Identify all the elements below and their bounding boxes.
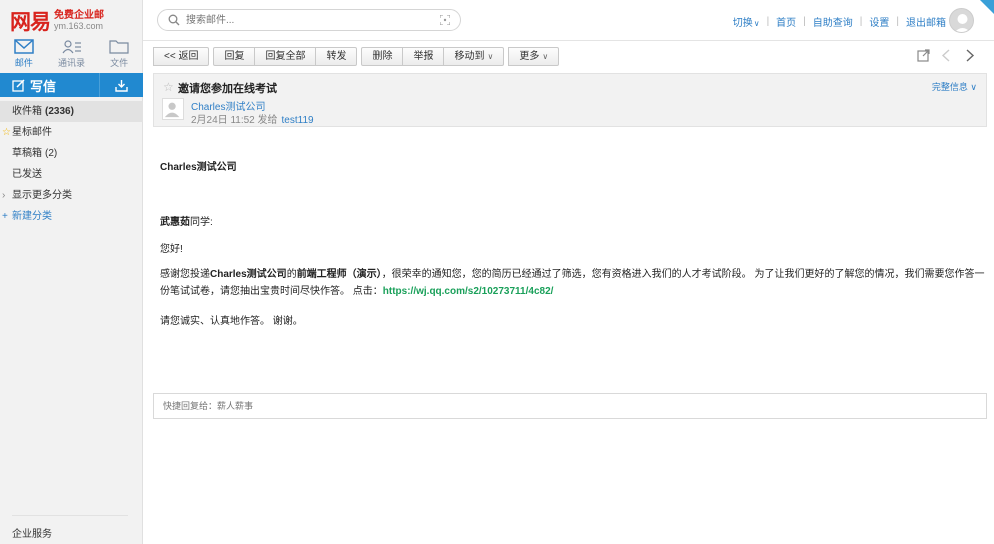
folder-starred-label: 星标邮件 xyxy=(12,127,52,138)
forward-button[interactable]: 转发 xyxy=(315,47,358,66)
mail-subject: 邀请您参加在线考试 xyxy=(178,83,277,95)
quick-reply-box xyxy=(153,393,987,419)
body-company: Charles测试公司 xyxy=(160,162,237,173)
folder-drafts[interactable]: 草稿箱 (2) xyxy=(0,143,143,164)
folder-icon xyxy=(109,40,129,54)
search-icon xyxy=(168,14,180,26)
folder-inbox-count: (2336) xyxy=(45,106,74,117)
tab-contacts-label: 通讯录 xyxy=(58,58,86,68)
logo-domain: ym.163.com xyxy=(54,21,104,31)
chevron-down-icon: ∨ xyxy=(970,82,977,92)
reply-all-button[interactable]: 回复全部 xyxy=(254,47,317,66)
delete-button[interactable]: 删除 xyxy=(361,47,404,66)
exam-link[interactable]: https://wj.qq.com/s2/10273711/4c82/ xyxy=(383,286,554,297)
scan-icon[interactable] xyxy=(440,15,450,25)
corner-badge[interactable] xyxy=(980,0,994,14)
tab-mail[interactable]: 邮件 xyxy=(0,38,48,71)
sidebar: 网易 免费企业邮 ym.163.com 邮件 通讯录 文件 写信 收件箱(233… xyxy=(0,0,143,544)
compose-icon xyxy=(12,78,25,92)
chevron-down-icon: ∨ xyxy=(487,52,494,61)
chevron-right-icon: › xyxy=(2,190,6,201)
body-paragraph: 感谢您投递Charles测试公司的前端工程师（演示），很荣幸的通知您，您的简历已… xyxy=(160,269,985,297)
nav-tabs: 邮件 通讯录 文件 xyxy=(0,38,143,71)
folder-inbox-label: 收件箱 xyxy=(12,106,42,117)
top-bar: 切换∨ | 首页 | 自助查询 | 设置 | 退出邮箱 xyxy=(143,0,994,41)
more-button[interactable]: 更多 ∨ xyxy=(508,47,560,66)
mail-date: 2月24日 11:52 发给 xyxy=(191,115,278,126)
search-input[interactable] xyxy=(186,12,426,28)
user-icon xyxy=(954,14,971,32)
chevron-down-icon: ∨ xyxy=(542,52,549,61)
top-links: 切换∨ | 首页 | 自助查询 | 设置 | 退出邮箱 xyxy=(732,14,946,29)
compose-bar: 写信 xyxy=(0,73,143,97)
logout-link[interactable]: 退出邮箱 xyxy=(906,14,946,29)
logo-title: 免费企业邮 xyxy=(54,10,104,21)
folder-show-more-label: 显示更多分类 xyxy=(12,190,72,201)
folder-sent-label: 已发送 xyxy=(12,169,42,180)
envelope-icon xyxy=(14,39,34,54)
full-info-link[interactable]: 完整信息 ∨ xyxy=(932,80,977,93)
next-mail-icon[interactable] xyxy=(963,49,976,62)
mail-toolbar: << 返回 回复 回复全部 转发 删除 举报 移动到 ∨ 更多 ∨ xyxy=(153,47,560,66)
recipient[interactable]: test119 xyxy=(282,115,314,126)
compose-button[interactable]: 写信 xyxy=(0,73,99,97)
tab-contacts[interactable]: 通讯录 xyxy=(48,38,96,71)
search-box xyxy=(157,9,461,31)
back-button[interactable]: << 返回 xyxy=(153,47,210,66)
plus-icon: + xyxy=(2,211,8,222)
star-icon: ☆ xyxy=(2,127,11,138)
switch-link[interactable]: 切换∨ xyxy=(733,14,760,29)
home-link[interactable]: 首页 xyxy=(776,14,796,29)
folder-list: 收件箱 (2336) ☆ 星标邮件 草稿箱 (2) 已发送 › 显示更多分类 + 新… xyxy=(0,101,143,227)
selfhelp-link[interactable]: 自助查询 xyxy=(813,14,853,29)
receive-button[interactable] xyxy=(99,73,143,97)
tab-files-label: 文件 xyxy=(110,58,129,68)
logo[interactable]: 网易 免费企业邮 ym.163.com xyxy=(10,8,104,34)
mail-meta: 2月24日 11:52 发给 test119 xyxy=(191,111,314,126)
mail-header: ☆ 邀请您参加在线考试 完整信息 ∨ Charles测试公司 2月24日 11:… xyxy=(153,73,987,127)
folder-show-more[interactable]: › 显示更多分类 xyxy=(0,185,143,206)
chevron-down-icon: ∨ xyxy=(753,19,760,28)
body-greeting: 武惠茹同学: xyxy=(160,217,213,228)
download-icon xyxy=(115,79,128,92)
body-closing: 请您诚实、认真地作答。 谢谢。 xyxy=(160,316,303,327)
folder-starred[interactable]: ☆ 星标邮件 xyxy=(0,122,143,143)
report-button[interactable]: 举报 xyxy=(402,47,445,66)
folder-sent[interactable]: 已发送 xyxy=(0,164,143,185)
previous-mail-icon[interactable] xyxy=(940,49,953,62)
toolbar-right xyxy=(917,49,976,62)
avatar[interactable] xyxy=(949,8,974,33)
divider xyxy=(12,515,128,516)
body-hello: 您好! xyxy=(160,244,183,255)
logo-brand: 网易 xyxy=(10,9,51,34)
settings-link[interactable]: 设置 xyxy=(869,14,889,29)
user-icon xyxy=(164,102,180,118)
sender-avatar xyxy=(162,98,184,120)
folder-new-label: 新建分类 xyxy=(12,211,52,222)
enterprise-service-link[interactable]: 企业服务 xyxy=(12,525,52,540)
quick-reply-input[interactable] xyxy=(163,399,863,413)
folder-new[interactable]: + 新建分类 xyxy=(0,206,143,227)
tab-mail-label: 邮件 xyxy=(14,58,33,68)
folder-drafts-label: 草稿箱 xyxy=(12,148,42,159)
folder-drafts-count: (2) xyxy=(45,148,58,159)
open-new-window-icon[interactable] xyxy=(917,49,930,62)
star-icon[interactable]: ☆ xyxy=(163,80,174,94)
move-to-button[interactable]: 移动到 ∨ xyxy=(443,47,505,66)
compose-label: 写信 xyxy=(30,78,57,94)
tab-files[interactable]: 文件 xyxy=(95,38,143,71)
reply-button[interactable]: 回复 xyxy=(213,47,256,66)
folder-inbox[interactable]: 收件箱 (2336) xyxy=(0,101,143,122)
contacts-icon xyxy=(62,40,81,54)
